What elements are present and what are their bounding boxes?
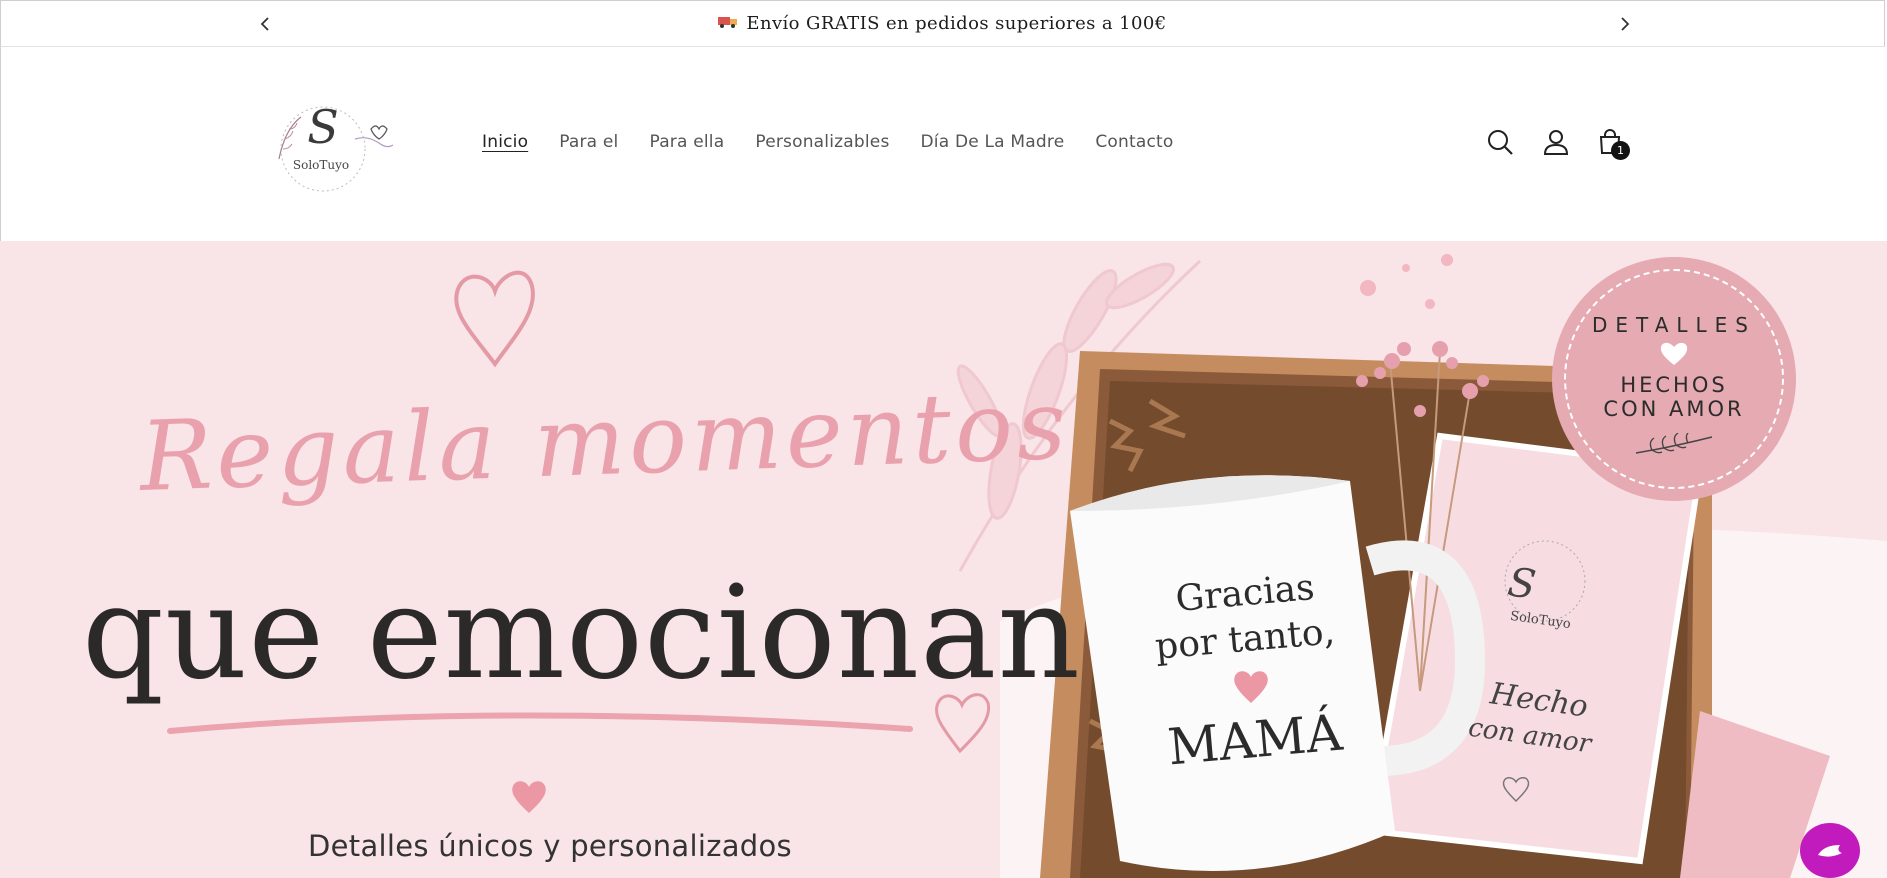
truck-icon	[718, 17, 738, 28]
chat-widget-button[interactable]	[1800, 823, 1860, 878]
nav-item-dia-de-la-madre[interactable]: Día De La Madre	[921, 132, 1065, 152]
announcement-text-wrap: Envío GRATIS en pedidos superiores a 100…	[1, 13, 1884, 34]
hero-subtitle: Detalles únicos y personalizados	[308, 829, 792, 863]
account-button[interactable]	[1541, 127, 1571, 157]
svg-text:SoloTuyo: SoloTuyo	[293, 158, 349, 172]
leaf-sprig-icon	[1635, 433, 1713, 454]
announcement-next-button[interactable]	[1613, 13, 1635, 35]
hero-headline: que emocionan	[82, 559, 1081, 708]
badge-top-text: DETALLES	[1592, 313, 1756, 337]
site-header: S SoloTuyo Inicio Para el Para ella Pers…	[0, 47, 1887, 241]
chevron-right-icon	[1621, 17, 1630, 31]
badge-line-1: HECHOS	[1620, 373, 1728, 397]
nav-item-para-ella[interactable]: Para ella	[650, 132, 725, 152]
search-icon	[1488, 130, 1513, 155]
account-icon	[1543, 130, 1569, 155]
chat-icon	[1818, 845, 1842, 857]
search-button[interactable]	[1485, 127, 1515, 157]
nav-item-contacto[interactable]: Contacto	[1095, 132, 1173, 152]
nav-item-para-el[interactable]: Para el	[559, 132, 618, 152]
svg-text:S: S	[307, 100, 339, 154]
handmade-badge: DETALLES HECHOS CON AMOR	[1552, 257, 1796, 501]
announcement-bar: Envío GRATIS en pedidos superiores a 100…	[0, 0, 1885, 47]
nav-item-personalizables[interactable]: Personalizables	[755, 132, 889, 152]
site-logo[interactable]: S SoloTuyo	[271, 99, 396, 199]
hero-banner[interactable]: Regala momentos que emocionan Detalles ú…	[0, 241, 1887, 878]
nav-item-inicio[interactable]: Inicio	[482, 132, 528, 152]
cart-count-badge: 1	[1611, 141, 1630, 160]
heart-icon	[1660, 342, 1688, 365]
badge-line-2: CON AMOR	[1603, 397, 1745, 421]
logo-mark: S SoloTuyo	[278, 100, 394, 192]
main-nav: Inicio Para el Para ella Personalizables…	[482, 132, 1205, 152]
announcement-message: Envío GRATIS en pedidos superiores a 100…	[746, 13, 1167, 34]
